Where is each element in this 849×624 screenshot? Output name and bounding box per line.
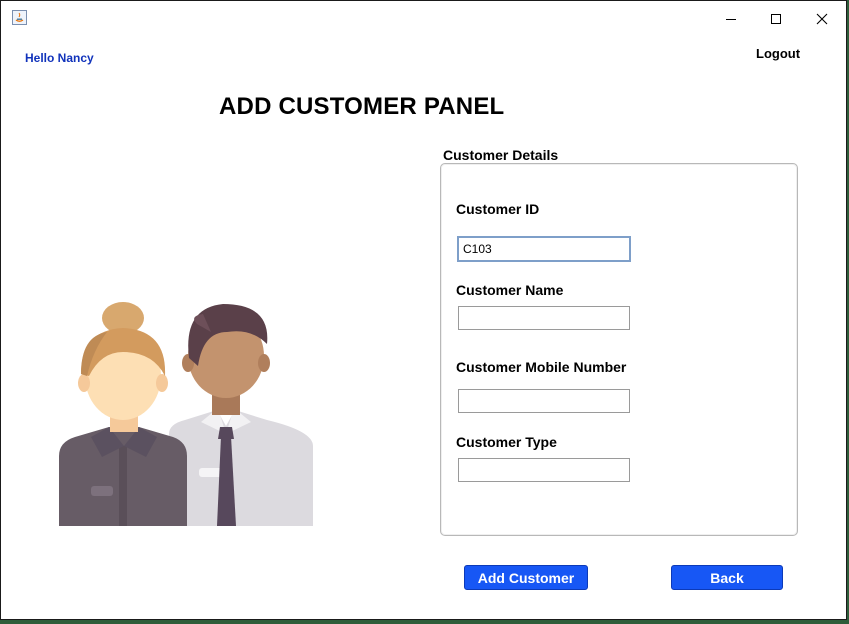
maximize-button[interactable] <box>753 5 799 33</box>
page-title: ADD CUSTOMER PANEL <box>219 93 505 120</box>
app-window: Hello Nancy Logout ADD CUSTOMER PANEL Cu… <box>0 0 847 620</box>
woman-figure <box>59 302 187 526</box>
close-icon <box>816 13 828 25</box>
customer-type-label: Customer Type <box>456 434 557 450</box>
title-bar <box>1 1 846 35</box>
close-button[interactable] <box>799 5 845 33</box>
customer-id-label: Customer ID <box>456 201 540 217</box>
customer-type-input[interactable] <box>458 458 630 482</box>
customer-name-input[interactable] <box>458 306 630 330</box>
maximize-icon <box>771 14 781 24</box>
customer-name-label: Customer Name <box>456 282 564 298</box>
java-app-icon <box>12 10 27 25</box>
customer-mobile-input[interactable] <box>458 389 630 413</box>
customer-details-caption: Customer Details <box>443 147 559 163</box>
minimize-icon <box>726 19 736 20</box>
greeting-label: Hello Nancy <box>25 51 94 65</box>
logout-link[interactable]: Logout <box>756 46 800 61</box>
add-customer-button[interactable]: Add Customer <box>464 565 588 590</box>
back-button[interactable]: Back <box>671 565 783 590</box>
customers-illustration <box>51 296 321 531</box>
customer-id-input[interactable] <box>457 236 631 262</box>
minimize-button[interactable] <box>708 5 754 33</box>
customer-mobile-label: Customer Mobile Number <box>456 359 627 375</box>
